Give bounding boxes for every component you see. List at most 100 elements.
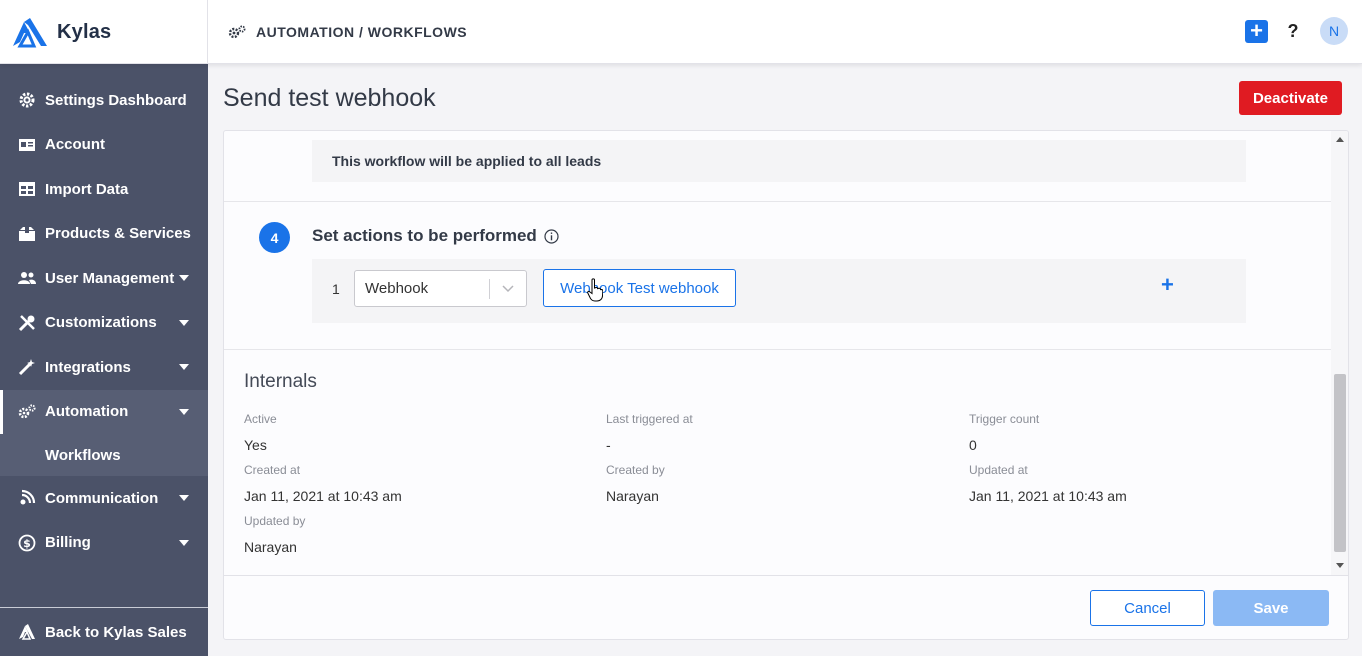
sidebar-item-label: Customizations [45,314,157,332]
top-header: Kylas AUTOMATION / WORKFLOWS + ? N [0,0,1362,64]
sidebar-item-products-services[interactable]: Products & Services [0,212,208,257]
sidebar-item-label: Account [45,136,105,154]
field-value: 0 [969,437,977,453]
field-label: Active [244,412,277,426]
magic-wand-icon [18,359,35,376]
field-updated-at: Updated at Jan 11, 2021 at 10:43 am [969,463,1127,504]
field-value: Jan 11, 2021 at 10:43 am [969,488,1127,504]
scroll-down-arrow-icon[interactable] [1336,563,1344,568]
brand-name: Kylas [57,20,112,43]
back-to-kylas-sales-link[interactable]: Back to Kylas Sales [0,607,208,656]
divider [224,201,1333,202]
field-label: Trigger count [969,412,1040,426]
sidebar-item-label: Products & Services [45,225,191,243]
field-trigger-count: Trigger count 0 [969,412,1039,453]
info-icon[interactable] [544,228,559,244]
sidebar-item-label: Billing [45,534,91,552]
field-value: - [606,437,611,453]
divider [224,575,1348,576]
caret-down-icon [179,539,189,546]
field-value: Narayan [244,539,297,555]
field-label: Updated by [244,514,306,528]
id-card-icon [19,138,35,151]
sidebar: Settings Dashboard Account Import Data P… [0,64,208,656]
gear-icon [19,92,35,108]
scroll-up-arrow-icon[interactable] [1336,137,1344,142]
sidebar-item-label: Automation [45,403,129,421]
page-title: Send test webhook [223,84,436,112]
caret-down-icon [179,495,189,502]
caret-down-icon [179,275,189,282]
field-value: Yes [244,437,267,453]
field-label: Updated at [969,463,1028,477]
brand[interactable]: Kylas [0,0,208,64]
field-value: Narayan [606,488,659,504]
chevron-down-icon [502,285,514,293]
action-row: 1 Webhook Webhook Test webhook + [312,259,1246,323]
sidebar-item-settings-dashboard[interactable]: Settings Dashboard [0,78,208,123]
divider [224,349,1333,350]
webhook-config-button[interactable]: Webhook Test webhook [543,269,736,307]
add-action-button[interactable]: + [1161,274,1174,296]
sidebar-item-user-management[interactable]: User Management [0,256,208,301]
breadcrumb: AUTOMATION / WORKFLOWS [228,0,467,64]
breadcrumb-text: AUTOMATION / WORKFLOWS [256,24,468,40]
caret-down-icon [179,408,189,415]
hand-cursor-icon [587,278,603,302]
sidebar-subitem-workflows[interactable]: Workflows [0,434,208,476]
sidebar-item-label: Settings Dashboard [45,91,187,109]
action-type-value: Webhook [365,280,429,297]
caret-down-icon [179,319,189,326]
avatar[interactable]: N [1320,17,1348,45]
conditions-summary: This workflow will be applied to all lea… [312,140,1246,182]
actions-title-text: Set actions to be performed [312,226,537,245]
users-icon [18,272,36,285]
action-index: 1 [332,281,340,297]
sidebar-item-integrations[interactable]: Integrations [0,345,208,390]
deactivate-button[interactable]: Deactivate [1239,81,1342,115]
workflow-detail-panel: This workflow will be applied to all lea… [223,130,1349,640]
box-icon [19,226,35,241]
sidebar-item-billing[interactable]: $ Billing [0,521,208,566]
gears-icon [228,25,246,39]
cancel-button[interactable]: Cancel [1090,590,1205,626]
svg-text:$: $ [23,537,31,550]
sidebar-item-automation[interactable]: Automation [0,389,208,434]
sidebar-item-label: User Management [45,269,175,287]
sidebar-item-account[interactable]: Account [0,123,208,168]
sidebar-footer-label: Back to Kylas Sales [45,623,187,641]
actions-section-title: Set actions to be performed [312,226,559,246]
field-last-triggered: Last triggered at - [606,412,693,453]
kylas-logo-icon [13,18,47,48]
scrollbar[interactable] [1331,131,1348,575]
sidebar-item-customizations[interactable]: Customizations [0,301,208,346]
scrollbar-thumb[interactable] [1334,374,1346,552]
gears-icon [18,404,36,419]
save-button[interactable]: Save [1213,590,1329,626]
kylas-mini-logo-icon [19,624,35,640]
step-number-badge: 4 [259,222,290,253]
field-updated-by: Updated by Narayan [244,514,305,555]
field-created-at: Created at Jan 11, 2021 at 10:43 am [244,463,402,504]
quick-add-button[interactable]: + [1245,19,1268,43]
sidebar-item-communication[interactable]: Communication [0,476,208,521]
field-created-by: Created by Narayan [606,463,665,504]
broadcast-icon [20,490,36,505]
field-label: Created by [606,463,665,477]
sidebar-item-label: Import Data [45,180,129,198]
sidebar-item-label: Communication [45,489,159,507]
header-actions: + ? N [1245,17,1348,45]
caret-down-icon [179,364,189,371]
help-button[interactable]: ? [1286,21,1300,42]
action-type-select[interactable]: Webhook [354,270,527,307]
select-separator [489,279,490,299]
field-label: Created at [244,463,301,477]
field-value: Jan 11, 2021 at 10:43 am [244,488,402,504]
tools-icon [18,314,35,331]
sidebar-item-import-data[interactable]: Import Data [0,167,208,212]
field-active: Active Yes [244,412,277,453]
sidebar-item-label: Integrations [45,358,131,376]
dollar-circle-icon: $ [18,534,36,552]
field-label: Last triggered at [606,412,693,426]
table-icon [19,182,35,197]
